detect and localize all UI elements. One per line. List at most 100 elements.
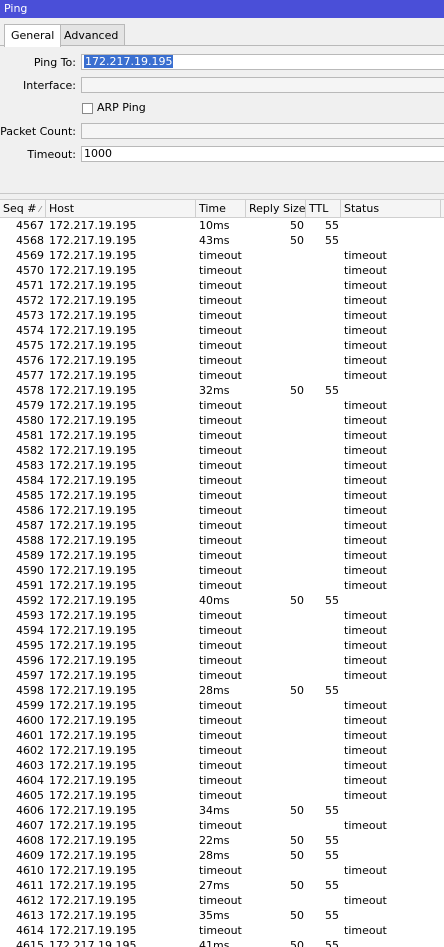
table-row[interactable]: 4598 172.217.19.195 28ms 50 55 [0, 683, 444, 698]
table-row[interactable]: 4594 172.217.19.195 timeout timeout [0, 623, 444, 638]
host-cell: 172.217.19.195 [49, 594, 137, 607]
seq-cell: 4593 [16, 609, 44, 622]
column-header-reply-size[interactable]: Reply Size [246, 200, 306, 217]
table-row[interactable]: 4577 172.217.19.195 timeout timeout [0, 368, 444, 383]
timeout-input[interactable]: 1000 [81, 146, 444, 162]
host-cell: 172.217.19.195 [49, 669, 137, 682]
host-cell: 172.217.19.195 [49, 654, 137, 667]
host-cell: 172.217.19.195 [49, 519, 137, 532]
table-row[interactable]: 4579 172.217.19.195 timeout timeout [0, 398, 444, 413]
table-row[interactable]: 4613 172.217.19.195 35ms 50 55 [0, 908, 444, 923]
status-cell: timeout [344, 279, 387, 292]
ttl-cell [307, 713, 339, 728]
table-row[interactable]: 4610 172.217.19.195 timeout timeout [0, 863, 444, 878]
ttl-cell [307, 503, 339, 518]
table-row[interactable]: 4587 172.217.19.195 timeout timeout [0, 518, 444, 533]
table-row[interactable]: 4602 172.217.19.195 timeout timeout [0, 743, 444, 758]
table-row[interactable]: 4608 172.217.19.195 22ms 50 55 [0, 833, 444, 848]
table-row[interactable]: 4586 172.217.19.195 timeout timeout [0, 503, 444, 518]
status-cell: timeout [344, 264, 387, 277]
table-row[interactable]: 4604 172.217.19.195 timeout timeout [0, 773, 444, 788]
table-row[interactable]: 4611 172.217.19.195 27ms 50 55 [0, 878, 444, 893]
reply-size-cell [248, 758, 304, 773]
table-row[interactable]: 4583 172.217.19.195 timeout timeout [0, 458, 444, 473]
table-row[interactable]: 4575 172.217.19.195 timeout timeout [0, 338, 444, 353]
packet-count-input[interactable] [81, 123, 444, 139]
status-cell [344, 233, 440, 248]
table-row[interactable]: 4590 172.217.19.195 timeout timeout [0, 563, 444, 578]
table-row[interactable]: 4595 172.217.19.195 timeout timeout [0, 638, 444, 653]
table-row[interactable]: 4585 172.217.19.195 timeout timeout [0, 488, 444, 503]
status-cell [344, 683, 440, 698]
table-row[interactable]: 4588 172.217.19.195 timeout timeout [0, 533, 444, 548]
time-cell: timeout [199, 729, 242, 742]
table-row[interactable]: 4592 172.217.19.195 40ms 50 55 [0, 593, 444, 608]
table-row[interactable]: 4597 172.217.19.195 timeout timeout [0, 668, 444, 683]
status-cell [344, 593, 440, 608]
table-row[interactable]: 4578 172.217.19.195 32ms 50 55 [0, 383, 444, 398]
table-row[interactable]: 4584 172.217.19.195 timeout timeout [0, 473, 444, 488]
table-row[interactable]: 4601 172.217.19.195 timeout timeout [0, 728, 444, 743]
table-row[interactable]: 4593 172.217.19.195 timeout timeout [0, 608, 444, 623]
column-header-status[interactable]: Status [341, 200, 441, 217]
interface-input[interactable] [81, 77, 444, 93]
table-row[interactable]: 4567 172.217.19.195 10ms 50 55 [0, 218, 444, 233]
table-row[interactable]: 4576 172.217.19.195 timeout timeout [0, 353, 444, 368]
ttl-cell: 55 [325, 909, 339, 922]
table-row[interactable]: 4607 172.217.19.195 timeout timeout [0, 818, 444, 833]
ttl-cell [307, 818, 339, 833]
host-cell: 172.217.19.195 [49, 399, 137, 412]
column-header-ttl[interactable]: TTL [306, 200, 341, 217]
interface-label: Interface: [23, 79, 76, 92]
table-row[interactable]: 4568 172.217.19.195 43ms 50 55 [0, 233, 444, 248]
host-cell: 172.217.19.195 [49, 894, 137, 907]
status-cell: timeout [344, 504, 387, 517]
table-row[interactable]: 4606 172.217.19.195 34ms 50 55 [0, 803, 444, 818]
ttl-cell: 55 [325, 384, 339, 397]
table-row[interactable]: 4609 172.217.19.195 28ms 50 55 [0, 848, 444, 863]
ttl-cell [307, 863, 339, 878]
table-row[interactable]: 4569 172.217.19.195 timeout timeout [0, 248, 444, 263]
table-row[interactable]: 4570 172.217.19.195 timeout timeout [0, 263, 444, 278]
sort-ascending-icon: ⁄ [39, 205, 41, 214]
seq-cell: 4581 [16, 429, 44, 442]
reply-size-cell: 50 [290, 939, 304, 947]
reply-size-cell [248, 278, 304, 293]
table-row[interactable]: 4582 172.217.19.195 timeout timeout [0, 443, 444, 458]
reply-size-cell [248, 818, 304, 833]
table-row[interactable]: 4614 172.217.19.195 timeout timeout [0, 923, 444, 938]
time-cell: 35ms [199, 909, 230, 922]
status-cell [344, 938, 440, 947]
table-row[interactable]: 4580 172.217.19.195 timeout timeout [0, 413, 444, 428]
table-row[interactable]: 4581 172.217.19.195 timeout timeout [0, 428, 444, 443]
seq-cell: 4574 [16, 324, 44, 337]
time-cell: timeout [199, 249, 242, 262]
time-cell: timeout [199, 414, 242, 427]
time-cell: timeout [199, 669, 242, 682]
arp-ping-label: ARP Ping [97, 101, 146, 114]
status-cell [344, 803, 440, 818]
table-row[interactable]: 4572 172.217.19.195 timeout timeout [0, 293, 444, 308]
arp-ping-checkbox[interactable] [82, 103, 93, 114]
tab-general[interactable]: General [4, 24, 62, 47]
table-row[interactable]: 4589 172.217.19.195 timeout timeout [0, 548, 444, 563]
column-header-seq[interactable]: Seq # ⁄ [0, 200, 46, 217]
table-row[interactable]: 4571 172.217.19.195 timeout timeout [0, 278, 444, 293]
table-row[interactable]: 4591 172.217.19.195 timeout timeout [0, 578, 444, 593]
tab-advanced[interactable]: Advanced [57, 24, 126, 46]
ttl-cell: 55 [325, 849, 339, 862]
table-row[interactable]: 4615 172.217.19.195 41ms 50 55 [0, 938, 444, 947]
table-row[interactable]: 4612 172.217.19.195 timeout timeout [0, 893, 444, 908]
table-row[interactable]: 4573 172.217.19.195 timeout timeout [0, 308, 444, 323]
column-header-host[interactable]: Host [46, 200, 196, 217]
table-row[interactable]: 4603 172.217.19.195 timeout timeout [0, 758, 444, 773]
status-cell: timeout [344, 519, 387, 532]
table-row[interactable]: 4599 172.217.19.195 timeout timeout [0, 698, 444, 713]
column-header-time[interactable]: Time [196, 200, 246, 217]
table-row[interactable]: 4596 172.217.19.195 timeout timeout [0, 653, 444, 668]
seq-cell: 4608 [16, 834, 44, 847]
ping-to-input[interactable]: 172.217.19.195 [81, 54, 444, 70]
table-row[interactable]: 4600 172.217.19.195 timeout timeout [0, 713, 444, 728]
table-row[interactable]: 4574 172.217.19.195 timeout timeout [0, 323, 444, 338]
table-row[interactable]: 4605 172.217.19.195 timeout timeout [0, 788, 444, 803]
